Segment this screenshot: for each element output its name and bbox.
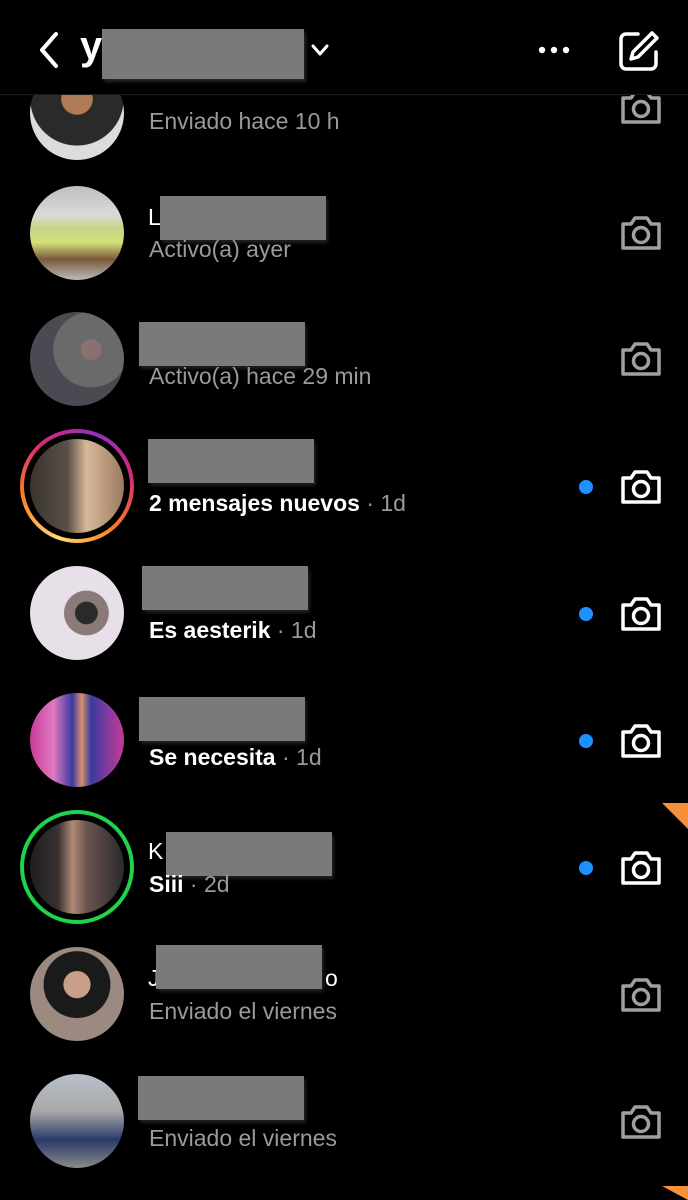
more-horizontal-icon[interactable]	[536, 40, 572, 60]
chevron-left-icon[interactable]	[34, 30, 66, 70]
account-title[interactable]: y	[80, 24, 102, 69]
unread-dot	[579, 607, 593, 621]
redaction-box	[166, 832, 332, 876]
conversation-subtitle: Activo(a) ayer	[149, 236, 291, 262]
conversation-name: L	[148, 204, 161, 230]
avatar[interactable]	[20, 556, 134, 670]
avatar[interactable]	[20, 683, 134, 797]
edge-marker	[662, 803, 688, 829]
chevron-down-icon[interactable]	[309, 39, 331, 61]
camera-icon[interactable]	[618, 593, 664, 635]
conversation-name: K	[148, 838, 164, 864]
camera-icon[interactable]	[618, 847, 664, 889]
redaction-box	[138, 1076, 304, 1120]
redaction-box	[156, 945, 322, 989]
redaction-box	[160, 196, 326, 240]
unread-dot	[579, 734, 593, 748]
avatar[interactable]	[20, 176, 134, 290]
conversation-row[interactable]: K Siii · 2d	[0, 810, 688, 937]
close-friends-ring[interactable]	[20, 810, 134, 924]
conversation-row[interactable]: Es aesterik · 1d	[0, 556, 688, 683]
avatar[interactable]	[20, 1064, 134, 1178]
message-time: · 2d	[189, 871, 230, 897]
camera-icon[interactable]	[618, 212, 664, 254]
conversation-subtitle: Enviado hace 10 h	[149, 108, 340, 134]
conversation-subtitle: Se necesita · 1d	[149, 744, 322, 770]
avatar-photo	[30, 820, 124, 914]
message-time: · 1d	[281, 744, 322, 770]
redaction-box	[102, 29, 304, 79]
avatar-photo	[30, 693, 124, 787]
conversation-list: Carlos Villatoro Enviado hace 10 h L Act…	[0, 0, 688, 1200]
message-time: · 1d	[366, 490, 406, 516]
avatar-photo	[30, 566, 124, 660]
message-time: · 1d	[276, 617, 317, 643]
conversation-subtitle: Enviado el viernes	[149, 998, 337, 1024]
redaction-box	[139, 322, 305, 366]
redaction-box	[142, 566, 308, 610]
conversation-row[interactable]: Activo(a) hace 29 min	[0, 302, 688, 429]
camera-icon[interactable]	[618, 974, 664, 1016]
conversation-row[interactable]: J o Enviado el viernes	[0, 937, 688, 1064]
conversation-row[interactable]: Se necesita · 1d	[0, 683, 688, 810]
avatar-photo	[30, 947, 124, 1041]
conversation-row[interactable]: L Activo(a) ayer	[0, 176, 688, 303]
edge-marker	[662, 1186, 688, 1200]
redaction-box	[148, 439, 314, 483]
avatar-photo	[30, 1074, 124, 1168]
conversation-subtitle: 2 mensajes nuevos · 1d	[149, 490, 406, 516]
camera-icon[interactable]	[618, 720, 664, 762]
unread-dot	[579, 861, 593, 875]
camera-icon[interactable]	[618, 466, 664, 508]
story-ring[interactable]	[20, 429, 134, 543]
chat-list-header: y	[0, 0, 688, 95]
conversation-row[interactable]: 2 mensajes nuevos · 1d	[0, 429, 688, 556]
conversation-subtitle: Enviado el viernes	[149, 1125, 337, 1151]
conversation-subtitle: Es aesterik · 1d	[149, 617, 317, 643]
avatar-photo	[30, 186, 124, 280]
conversation-subtitle: Activo(a) hace 29 min	[149, 363, 372, 389]
camera-icon[interactable]	[618, 338, 664, 380]
conversation-subtitle: Siii · 2d	[149, 871, 230, 897]
unread-dot	[579, 480, 593, 494]
avatar[interactable]	[20, 302, 134, 416]
camera-icon[interactable]	[618, 1101, 664, 1143]
conversation-row[interactable]: Enviado el viernes	[0, 1064, 688, 1191]
avatar-photo	[30, 439, 124, 533]
avatar-photo	[30, 312, 124, 406]
avatar[interactable]	[20, 937, 134, 1051]
redaction-box	[139, 697, 305, 741]
compose-icon[interactable]	[616, 28, 662, 74]
conversation-name-suffix: o	[325, 965, 338, 991]
